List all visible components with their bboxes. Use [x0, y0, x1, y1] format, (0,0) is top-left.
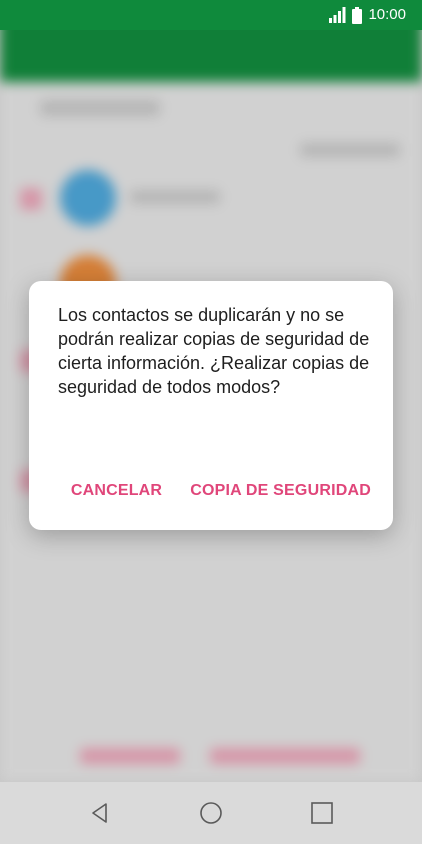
battery-icon [352, 6, 363, 24]
status-bar: 10:00 [0, 0, 422, 30]
back-icon[interactable] [88, 801, 112, 825]
backup-button[interactable]: COPIA DE SEGURIDAD [190, 482, 371, 500]
home-icon[interactable] [199, 801, 223, 825]
dialog-actions: CANCELAR COPIA DE SEGURIDAD [71, 479, 371, 503]
signal-icon [329, 7, 346, 23]
cancel-button[interactable]: CANCELAR [71, 482, 162, 500]
status-icons: 10:00 [329, 5, 406, 25]
navigation-bar [0, 782, 422, 844]
recents-icon[interactable] [310, 801, 334, 825]
status-time: 10:00 [368, 6, 406, 23]
backup-warning-dialog: Los contactos se duplicarán y no se podr… [29, 281, 393, 530]
dialog-message: Los contactos se duplicarán y no se podr… [58, 305, 370, 397]
